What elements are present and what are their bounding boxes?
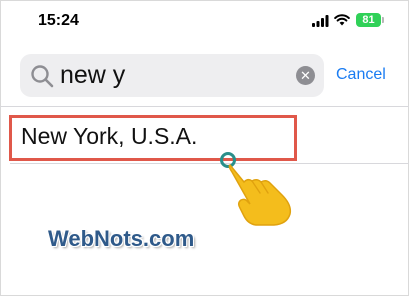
- clear-icon[interactable]: ✕: [296, 66, 315, 85]
- signal-icon: [312, 15, 329, 27]
- cancel-button[interactable]: Cancel: [336, 66, 386, 84]
- list-item[interactable]: New York, U.S.A.: [21, 123, 197, 150]
- search-icon: [31, 65, 54, 88]
- search-field[interactable]: new y ✕: [20, 54, 324, 97]
- tap-hand-icon: [220, 152, 292, 226]
- watermark: WebNots.com: [48, 226, 195, 251]
- wifi-icon: [334, 14, 350, 26]
- search-input-value[interactable]: new y: [60, 61, 125, 90]
- status-time: 15:24: [38, 12, 79, 29]
- result-divider: [10, 163, 409, 164]
- battery-icon: 81: [356, 13, 381, 27]
- battery-cap: [382, 17, 384, 23]
- search-divider: [0, 106, 409, 107]
